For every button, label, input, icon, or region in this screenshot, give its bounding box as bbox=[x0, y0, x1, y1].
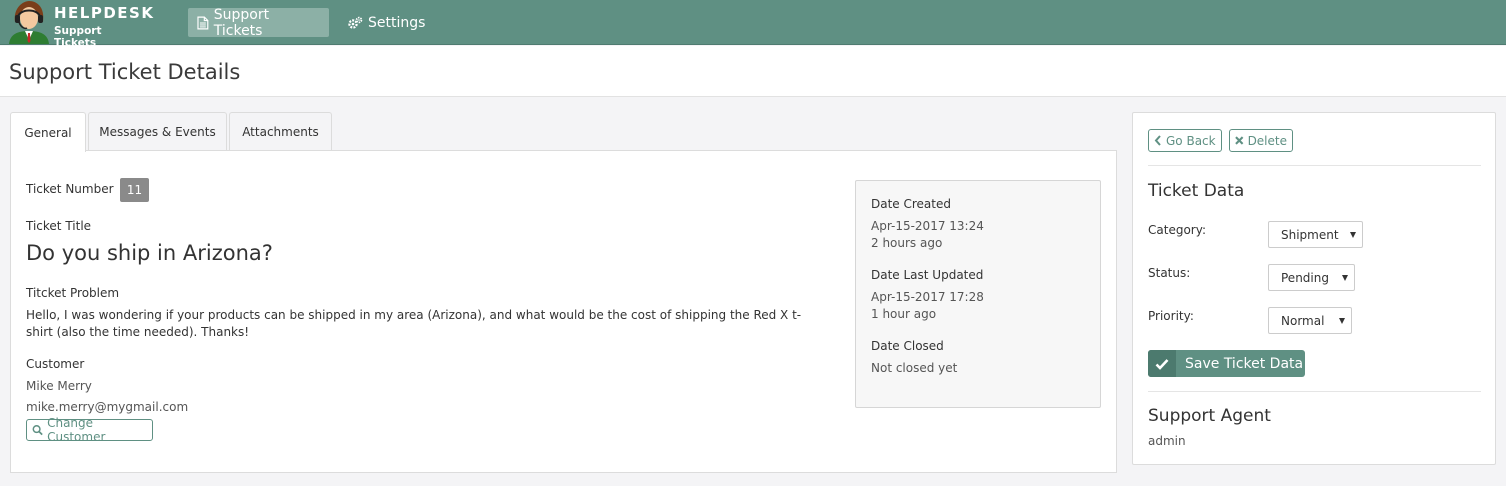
priority-label: Priority: bbox=[1148, 309, 1194, 323]
ticket-problem-label: Titcket Problem bbox=[26, 286, 120, 300]
ticket-data-title: Ticket Data bbox=[1148, 181, 1245, 201]
go-back-label: Go Back bbox=[1166, 133, 1216, 148]
go-back-button[interactable]: Go Back bbox=[1148, 129, 1222, 152]
status-select-value: Pending bbox=[1281, 270, 1329, 285]
category-select[interactable]: Shipment bbox=[1268, 221, 1363, 248]
change-customer-label: Change Customer bbox=[47, 416, 106, 444]
delete-label: Delete bbox=[1247, 133, 1287, 148]
date-closed-value: Not closed yet bbox=[871, 361, 958, 375]
ticket-title-label: Ticket Title bbox=[26, 219, 92, 233]
change-customer-button[interactable]: Change Customer bbox=[26, 416, 153, 444]
ticket-number-badge: 11 bbox=[120, 178, 149, 202]
close-icon bbox=[1235, 136, 1244, 145]
ticket-general-panel: Ticket Number 11 Ticket Title Do you shi… bbox=[10, 150, 1117, 473]
priority-select-value: Normal bbox=[1281, 313, 1325, 328]
nav-support-tickets[interactable]: Support Tickets bbox=[188, 6, 329, 39]
date-updated-relative: 1 hour ago bbox=[871, 307, 937, 321]
nav-settings-label: Settings bbox=[368, 14, 426, 31]
delete-button[interactable]: Delete bbox=[1229, 129, 1293, 152]
save-ticket-data-label: Save Ticket Data bbox=[1185, 355, 1304, 372]
save-ticket-data-button[interactable]: Save Ticket Data bbox=[1148, 350, 1305, 377]
tab-messages-events[interactable]: Messages & Events bbox=[88, 112, 227, 151]
top-navbar: HELPDESK Support Tickets Support Tickets… bbox=[0, 0, 1506, 49]
tab-general[interactable]: General bbox=[10, 112, 86, 152]
document-icon bbox=[197, 16, 209, 29]
ticket-problem-text: Hello, I was wondering if your products … bbox=[26, 308, 802, 339]
nav-settings[interactable]: Settings bbox=[338, 8, 434, 37]
date-updated-label: Date Last Updated bbox=[871, 268, 984, 282]
support-agent-title: Support Agent bbox=[1148, 406, 1271, 426]
status-label: Status: bbox=[1148, 266, 1191, 280]
side-divider-top bbox=[1148, 165, 1481, 166]
page-title: Support Ticket Details bbox=[9, 60, 241, 84]
chevron-left-icon bbox=[1154, 135, 1161, 146]
page-header: Support Ticket Details bbox=[0, 46, 1506, 97]
support-agent-value: admin bbox=[1148, 434, 1186, 448]
brand-logo[interactable]: HELPDESK Support Tickets bbox=[7, 0, 153, 49]
side-divider-bottom bbox=[1148, 391, 1481, 392]
ticket-dates-box: Date Created Apr-15-2017 13:24 2 hours a… bbox=[855, 180, 1101, 408]
ticket-title: Do you ship in Arizona? bbox=[26, 241, 273, 265]
date-closed-label: Date Closed bbox=[871, 339, 944, 353]
customer-name: Mike Merry bbox=[26, 379, 92, 393]
ticket-side-panel: Go Back Delete Ticket Data Category: Shi… bbox=[1132, 112, 1496, 465]
brand-title: HELPDESK bbox=[54, 4, 155, 22]
check-icon bbox=[1148, 350, 1176, 377]
customer-email: mike.merry@mygmail.com bbox=[26, 400, 189, 414]
date-created-label: Date Created bbox=[871, 197, 951, 211]
chevron-down-icon bbox=[1350, 232, 1356, 238]
priority-select[interactable]: Normal bbox=[1268, 307, 1352, 334]
status-select[interactable]: Pending bbox=[1268, 264, 1355, 291]
category-select-value: Shipment bbox=[1281, 227, 1339, 242]
category-label: Category: bbox=[1148, 223, 1206, 237]
support-agent-avatar-icon bbox=[9, 1, 49, 44]
tab-attachments[interactable]: Attachments bbox=[229, 112, 332, 151]
gears-icon bbox=[348, 16, 363, 29]
date-updated-value: Apr-15-2017 17:28 bbox=[871, 290, 984, 304]
chevron-down-icon bbox=[1339, 318, 1345, 324]
search-icon bbox=[32, 425, 43, 436]
ticket-number-label: Ticket Number bbox=[26, 182, 114, 196]
date-created-relative: 2 hours ago bbox=[871, 236, 943, 250]
customer-label: Customer bbox=[26, 357, 85, 371]
date-created-value: Apr-15-2017 13:24 bbox=[871, 219, 984, 233]
chevron-down-icon bbox=[1342, 275, 1348, 281]
nav-support-tickets-label: Support Tickets bbox=[213, 6, 270, 39]
